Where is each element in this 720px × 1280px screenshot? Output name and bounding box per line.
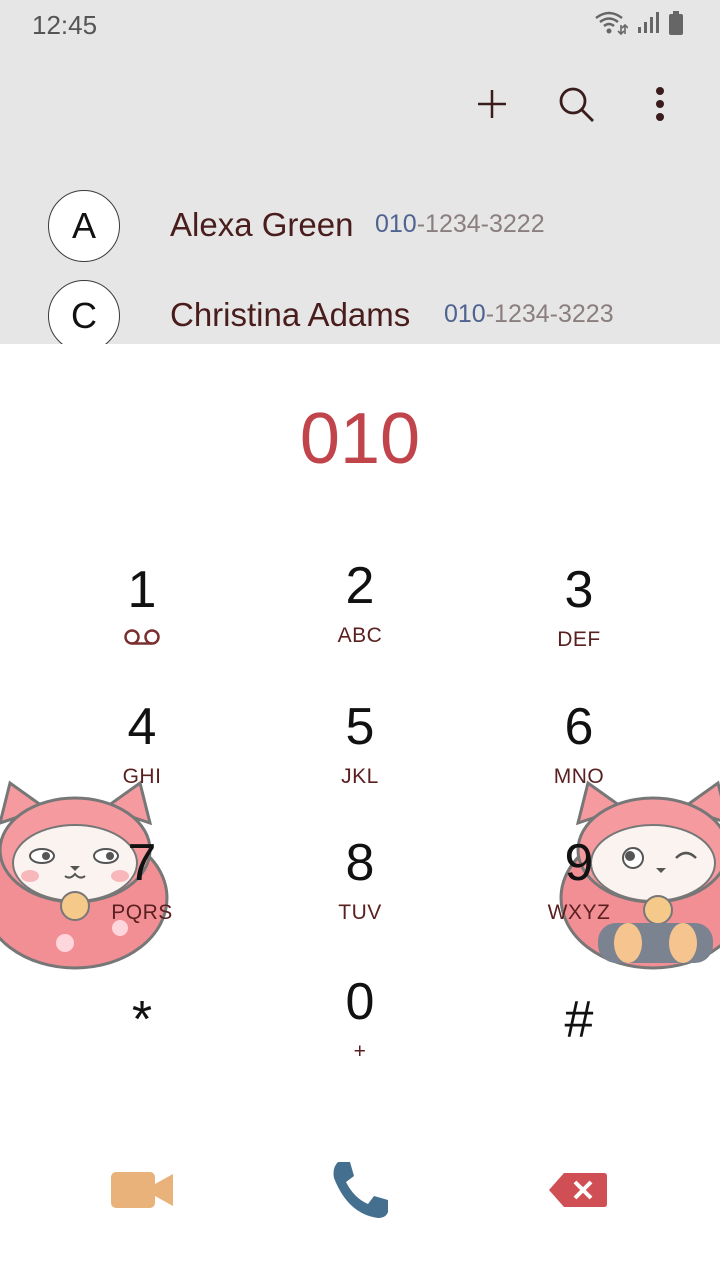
suggestions-panel: 12:45 A Alexa Green 010-1234-3222 C Chri… — [0, 0, 720, 344]
key-hash[interactable]: # — [499, 990, 659, 1110]
search-icon — [559, 87, 594, 122]
key-digit: # — [564, 991, 594, 1049]
key-digit: 5 — [345, 698, 375, 756]
contact-number: 010-1234-3223 — [444, 300, 614, 329]
call-button[interactable] — [320, 1150, 400, 1230]
add-icon — [478, 90, 506, 118]
key-letters: DEF — [557, 628, 601, 651]
contact-suggestion[interactable]: A Alexa Green 010-1234-3222 — [0, 190, 720, 270]
contact-name: Alexa Green — [170, 206, 354, 243]
status-time: 12:45 — [32, 10, 98, 40]
backspace-button[interactable] — [538, 1150, 618, 1230]
key-0[interactable]: 0 + — [280, 972, 440, 1092]
key-letters: PQRS — [111, 901, 173, 924]
number-rest: -1234-3222 — [416, 210, 545, 238]
backspace-icon — [549, 1173, 607, 1207]
status-icons — [594, 10, 684, 36]
key-letters: TUV — [338, 901, 382, 924]
phone-call-icon — [333, 1162, 388, 1218]
contact-name: Christina Adams — [170, 296, 411, 333]
battery-icon — [669, 11, 683, 35]
more-options-button[interactable] — [640, 80, 680, 128]
key-5[interactable]: 5 JKL — [280, 697, 440, 817]
video-call-button[interactable] — [102, 1150, 182, 1230]
key-letters: GHI — [122, 765, 162, 788]
key-digit: 2 — [345, 557, 375, 615]
key-digit: 1 — [127, 561, 157, 619]
number-match: 010 — [375, 210, 417, 238]
search-button[interactable] — [556, 80, 596, 128]
number-rest: -1234-3223 — [485, 300, 614, 328]
key-letters: JKL — [341, 765, 379, 788]
key-digit: 7 — [127, 834, 157, 892]
key-digit: 3 — [564, 561, 594, 619]
key-3[interactable]: 3 DEF — [499, 560, 659, 680]
more-options-icon — [656, 87, 664, 121]
key-4[interactable]: 4 GHI — [62, 697, 222, 817]
key-8[interactable]: 8 TUV — [280, 833, 440, 953]
signal-icon — [638, 12, 659, 33]
key-letters: WXYZ — [547, 901, 611, 924]
key-letters — [62, 628, 222, 652]
add-contact-button[interactable] — [472, 80, 512, 128]
key-9[interactable]: 9 WXYZ — [499, 833, 659, 953]
dialed-number[interactable]: 010 — [0, 398, 720, 480]
key-letters: + — [353, 1040, 367, 1063]
voicemail-icon — [124, 629, 160, 645]
key-letters: MNO — [553, 765, 605, 788]
action-bar — [472, 80, 680, 128]
video-call-icon — [111, 1172, 173, 1208]
key-6[interactable]: 6 MNO — [499, 697, 659, 817]
key-digit: 9 — [564, 834, 594, 892]
contact-suggestion[interactable]: C Christina Adams 010-1234-3223 — [0, 280, 720, 344]
key-digit: 0 — [345, 973, 375, 1031]
key-digit: 6 — [564, 698, 594, 756]
key-2[interactable]: 2 ABC — [280, 556, 440, 676]
wifi-icon — [595, 11, 628, 36]
key-7[interactable]: 7 PQRS — [62, 833, 222, 953]
key-digit: * — [131, 991, 153, 1049]
avatar: C — [48, 280, 120, 344]
key-letters: ABC — [337, 624, 383, 647]
key-star[interactable]: * — [62, 990, 222, 1110]
key-digit: 8 — [345, 834, 375, 892]
number-match: 010 — [444, 300, 486, 328]
key-1[interactable]: 1 — [62, 560, 222, 680]
avatar: A — [48, 190, 120, 262]
key-digit: 4 — [127, 698, 157, 756]
contact-number: 010-1234-3222 — [375, 210, 545, 239]
